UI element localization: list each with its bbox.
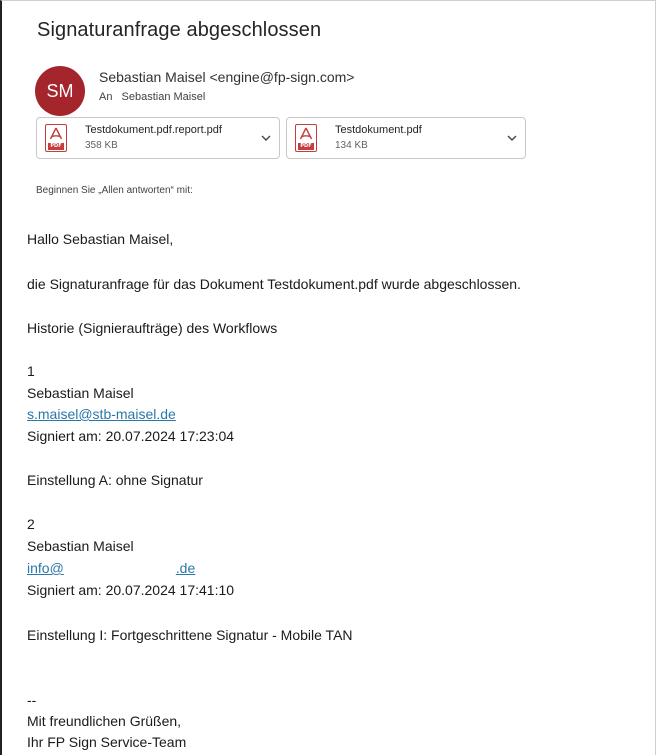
attachment-name: Testdokument.pdf.report.pdf bbox=[85, 124, 222, 136]
entry-number: 2 bbox=[27, 516, 35, 532]
greeting: Hallo Sebastian Maisel, bbox=[27, 231, 174, 247]
signature-separator: -- bbox=[27, 692, 37, 708]
entry-signed-at: Signiert am: 20.07.2024 17:41:10 bbox=[27, 582, 235, 598]
entry-setting: Einstellung A: ohne Signatur bbox=[27, 472, 203, 488]
entry-signer-name: Sebastian Maisel bbox=[27, 385, 134, 401]
signature: Ihr FP Sign Service-Team bbox=[27, 734, 187, 750]
chevron-down-icon[interactable] bbox=[259, 131, 273, 145]
email-suffix[interactable]: .de bbox=[176, 560, 195, 576]
closing: Mit freundlichen Grüßen, bbox=[27, 713, 182, 729]
entry-signer-name: Sebastian Maisel bbox=[27, 538, 134, 554]
reply-all-hint[interactable]: Beginnen Sie „Allen antworten“ mit: bbox=[36, 185, 193, 196]
attachment-size: 134 KB bbox=[335, 140, 368, 151]
entry-email-link[interactable]: info@ .de bbox=[27, 560, 195, 576]
email-reading-pane: Signaturanfrage abgeschlossen SM Sebasti… bbox=[0, 0, 656, 755]
avatar-initials: SM bbox=[46, 80, 74, 101]
sender-avatar[interactable]: SM bbox=[35, 66, 85, 116]
pdf-icon: PDF bbox=[295, 124, 317, 152]
attachment-card[interactable]: PDF Testdokument.pdf 134 KB bbox=[286, 117, 526, 159]
attachment-card[interactable]: PDF Testdokument.pdf.report.pdf 358 KB bbox=[36, 117, 280, 159]
entry-signed-at: Signiert am: 20.07.2024 17:23:04 bbox=[27, 428, 235, 444]
recipient-name[interactable]: Sebastian Maisel bbox=[122, 91, 206, 103]
email-subject: Signaturanfrage abgeschlossen bbox=[37, 19, 322, 41]
chevron-down-icon[interactable] bbox=[505, 131, 519, 145]
redacted-area bbox=[64, 561, 176, 575]
attachment-name: Testdokument.pdf bbox=[335, 124, 422, 136]
recipient-line: An Sebastian Maisel bbox=[99, 91, 205, 103]
intro-text: die Signaturanfrage für das Dokument Tes… bbox=[27, 276, 521, 292]
pdf-icon: PDF bbox=[45, 124, 67, 152]
sender-address[interactable]: Sebastian Maisel <engine@fp-sign.com> bbox=[99, 69, 354, 85]
entry-email-link[interactable]: s.maisel@stb-maisel.de bbox=[27, 406, 176, 422]
attachment-size: 358 KB bbox=[85, 140, 118, 151]
email-prefix[interactable]: info@ bbox=[27, 560, 64, 576]
entry-number: 1 bbox=[27, 363, 35, 379]
entry-setting: Einstellung I: Fortgeschrittene Signatur… bbox=[27, 627, 353, 643]
to-label: An bbox=[99, 91, 113, 103]
history-heading: Historie (Signieraufträge) des Workflows bbox=[27, 320, 278, 336]
